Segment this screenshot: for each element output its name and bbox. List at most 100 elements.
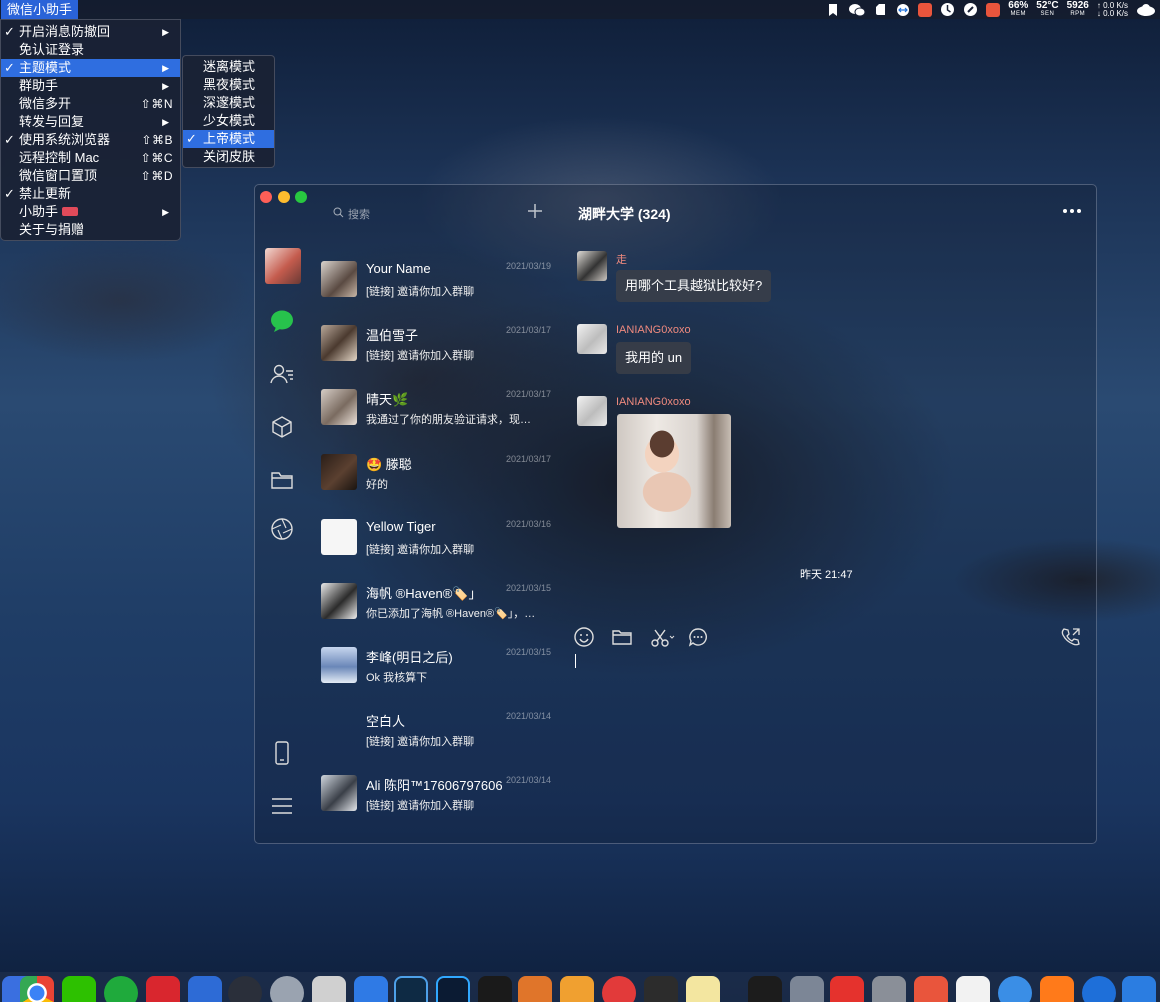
utility-dock-icon[interactable] <box>872 976 906 1002</box>
menu-item-about-donate[interactable]: 关于与捐赠 <box>1 221 180 239</box>
activity-monitor-dock-icon[interactable] <box>644 976 678 1002</box>
voice-call-icon[interactable] <box>1060 626 1082 648</box>
timer-icon[interactable] <box>918 2 933 17</box>
safari-dock-icon[interactable] <box>228 976 262 1002</box>
submenu-arrow-icon: ▶ <box>162 207 169 217</box>
more-options-icon[interactable] <box>1060 205 1084 217</box>
system-tools-dock-icon[interactable] <box>790 976 824 1002</box>
menu-item-auto-login[interactable]: 免认证登录 <box>1 41 180 59</box>
menu-item-anti-revoke[interactable]: ✓ 开启消息防撤回 ▶ <box>1 23 180 41</box>
collections-cube-icon[interactable] <box>269 414 295 440</box>
avatar-tray-icon[interactable] <box>986 2 1001 17</box>
zoom-window-button[interactable] <box>295 191 307 203</box>
menu-item-multi-instance[interactable]: 微信多开 ⇧⌘N <box>1 95 180 113</box>
menu-item-window-on-top[interactable]: 微信窗口置顶 ⇧⌘D <box>1 167 180 185</box>
menu-item-theme-mode[interactable]: ✓ 主题模式 ▶ <box>1 59 180 77</box>
chrome-dock-icon[interactable] <box>20 976 54 1002</box>
conversation-item[interactable]: Your Name 2021/03/19 [链接] 邀请你加入群聊 <box>321 251 551 307</box>
new-chat-button[interactable] <box>525 201 545 221</box>
app-menu-wechat-helper[interactable]: 微信小助手 <box>1 0 79 19</box>
teamviewer-icon[interactable] <box>896 3 910 17</box>
photoshop-dock-icon[interactable] <box>436 976 470 1002</box>
sender-name: IANIANG0xoxo <box>616 396 691 408</box>
app-dock-icon[interactable] <box>914 976 948 1002</box>
chat-history-icon[interactable] <box>687 626 709 648</box>
paw-dock-icon[interactable] <box>998 976 1032 1002</box>
sender-avatar[interactable] <box>577 396 607 426</box>
contacts-icon[interactable] <box>269 361 295 387</box>
screenshot-scissors-icon[interactable] <box>649 626 679 648</box>
wechat-window: 搜索 湖畔大学 (324) Your Name 2021/03/19 [链接] … <box>254 184 1097 844</box>
vpn-icon[interactable] <box>963 2 978 17</box>
launchpad-dock-icon[interactable] <box>270 976 304 1002</box>
xcode-dock-icon[interactable] <box>188 976 222 1002</box>
fan-stat[interactable]: 5926 RPM <box>1067 0 1089 19</box>
message-bubble[interactable]: 我用的 un <box>616 342 692 374</box>
submenu-item-disable-skin[interactable]: 关闭皮肤 <box>183 148 274 166</box>
folder-icon[interactable] <box>269 467 295 493</box>
stickies-dock-icon[interactable] <box>686 976 720 1002</box>
sketch-dock-icon[interactable] <box>560 976 594 1002</box>
my-avatar[interactable] <box>265 248 301 284</box>
menu-item-assistant[interactable]: 小助手 ▶ <box>1 203 180 221</box>
mail-dock-icon[interactable] <box>146 976 180 1002</box>
console-dock-icon[interactable] <box>748 976 782 1002</box>
submenu-item-god-mode[interactable]: ✓ 上帝模式 <box>183 130 274 148</box>
app-store-dock-icon[interactable] <box>1122 976 1156 1002</box>
message-input[interactable] <box>575 654 576 668</box>
memory-stat[interactable]: 66% MEM <box>1008 0 1028 19</box>
bookmark-icon[interactable] <box>826 3 840 17</box>
evernote-icon[interactable] <box>874 3 888 17</box>
wechat-dock-icon[interactable] <box>62 976 96 1002</box>
send-file-icon[interactable] <box>611 626 633 648</box>
conversation-item[interactable]: 晴天🌿 2021/03/17 我通过了你的朋友验证请求，现… <box>321 379 551 435</box>
conversation-item[interactable]: 温伯雪子 2021/03/17 [链接] 邀请你加入群聊 <box>321 315 551 371</box>
conversation-item[interactable]: Ali 陈阳™17606797606 2021/03/14 [链接] 邀请你加入… <box>321 765 551 821</box>
update-icon[interactable] <box>940 2 955 17</box>
image-message[interactable] <box>617 414 731 528</box>
submenu-item-deep-mode[interactable]: 深邃模式 <box>183 94 274 112</box>
sender-avatar[interactable] <box>577 251 607 281</box>
wechat-tray-icon[interactable] <box>848 3 866 17</box>
terminal-dock-icon[interactable] <box>478 976 512 1002</box>
vscode-dock-icon[interactable] <box>354 976 388 1002</box>
moments-aperture-icon[interactable] <box>269 516 295 542</box>
message-bubble[interactable]: 用哪个工具越狱比较好? <box>616 270 772 302</box>
minimize-window-button[interactable] <box>278 191 290 203</box>
conversation-item[interactable]: 🤩 滕聪 2021/03/17 好的 <box>321 444 551 500</box>
avatar <box>321 647 357 683</box>
sublime-dock-icon[interactable] <box>518 976 552 1002</box>
player-dock-icon[interactable] <box>1040 976 1074 1002</box>
lightroom-dock-icon[interactable] <box>394 976 428 1002</box>
conversation-item[interactable]: 海帆 ®Haven®🏷️」 2021/03/15 你已添加了海帆 ®Haven®… <box>321 573 551 629</box>
menu-item-system-browser[interactable]: ✓ 使用系统浏览器 ⇧⌘B <box>1 131 180 149</box>
chats-icon[interactable] <box>269 308 295 334</box>
conversation-item[interactable]: Yellow Tiger 2021/03/16 [链接] 邀请你加入群聊 <box>321 509 551 565</box>
menu-hamburger-icon[interactable] <box>269 793 295 819</box>
teamviewer-dock-icon[interactable] <box>1082 976 1116 1002</box>
sender-name: 走 <box>616 254 627 266</box>
evernote-dock-icon[interactable] <box>104 976 138 1002</box>
submenu-item-night-mode[interactable]: 黑夜模式 <box>183 76 274 94</box>
status-tray: 66% MEM 52°C SEN 5926 RPM ↑ 0.0 K/s ↓ 0.… <box>826 0 1156 19</box>
mobile-phone-icon[interactable] <box>269 740 295 766</box>
typora-dock-icon[interactable] <box>956 976 990 1002</box>
notification-center-icon[interactable] <box>1136 3 1156 17</box>
notes-dock-icon[interactable] <box>312 976 346 1002</box>
menu-item-forward-reply[interactable]: 转发与回复 ▶ <box>1 113 180 131</box>
sender-avatar[interactable] <box>577 324 607 354</box>
submenu-item-blur-mode[interactable]: 迷离模式 <box>183 58 274 76</box>
conversation-item[interactable]: 李峰(明日之后) 2021/03/15 Ok 我核算下 <box>321 637 551 693</box>
conversation-item[interactable]: 空白人 2021/03/14 [链接] 邀请你加入群聊 <box>321 701 551 757</box>
menu-item-remote-control[interactable]: 远程控制 Mac ⇧⌘C <box>1 149 180 167</box>
network-stat[interactable]: ↑ 0.0 K/s ↓ 0.0 K/s <box>1097 1 1128 18</box>
menu-item-disable-update[interactable]: ✓ 禁止更新 <box>1 185 180 203</box>
netease-music-dock-icon[interactable] <box>602 976 636 1002</box>
search-input[interactable]: 搜索 <box>348 206 370 222</box>
close-window-button[interactable] <box>260 191 272 203</box>
menu-item-group-assistant[interactable]: 群助手 ▶ <box>1 77 180 95</box>
sensor-stat[interactable]: 52°C SEN <box>1036 0 1058 19</box>
submenu-item-girl-mode[interactable]: 少女模式 <box>183 112 274 130</box>
youdao-dock-icon[interactable] <box>830 976 864 1002</box>
emoji-icon[interactable] <box>573 626 595 648</box>
